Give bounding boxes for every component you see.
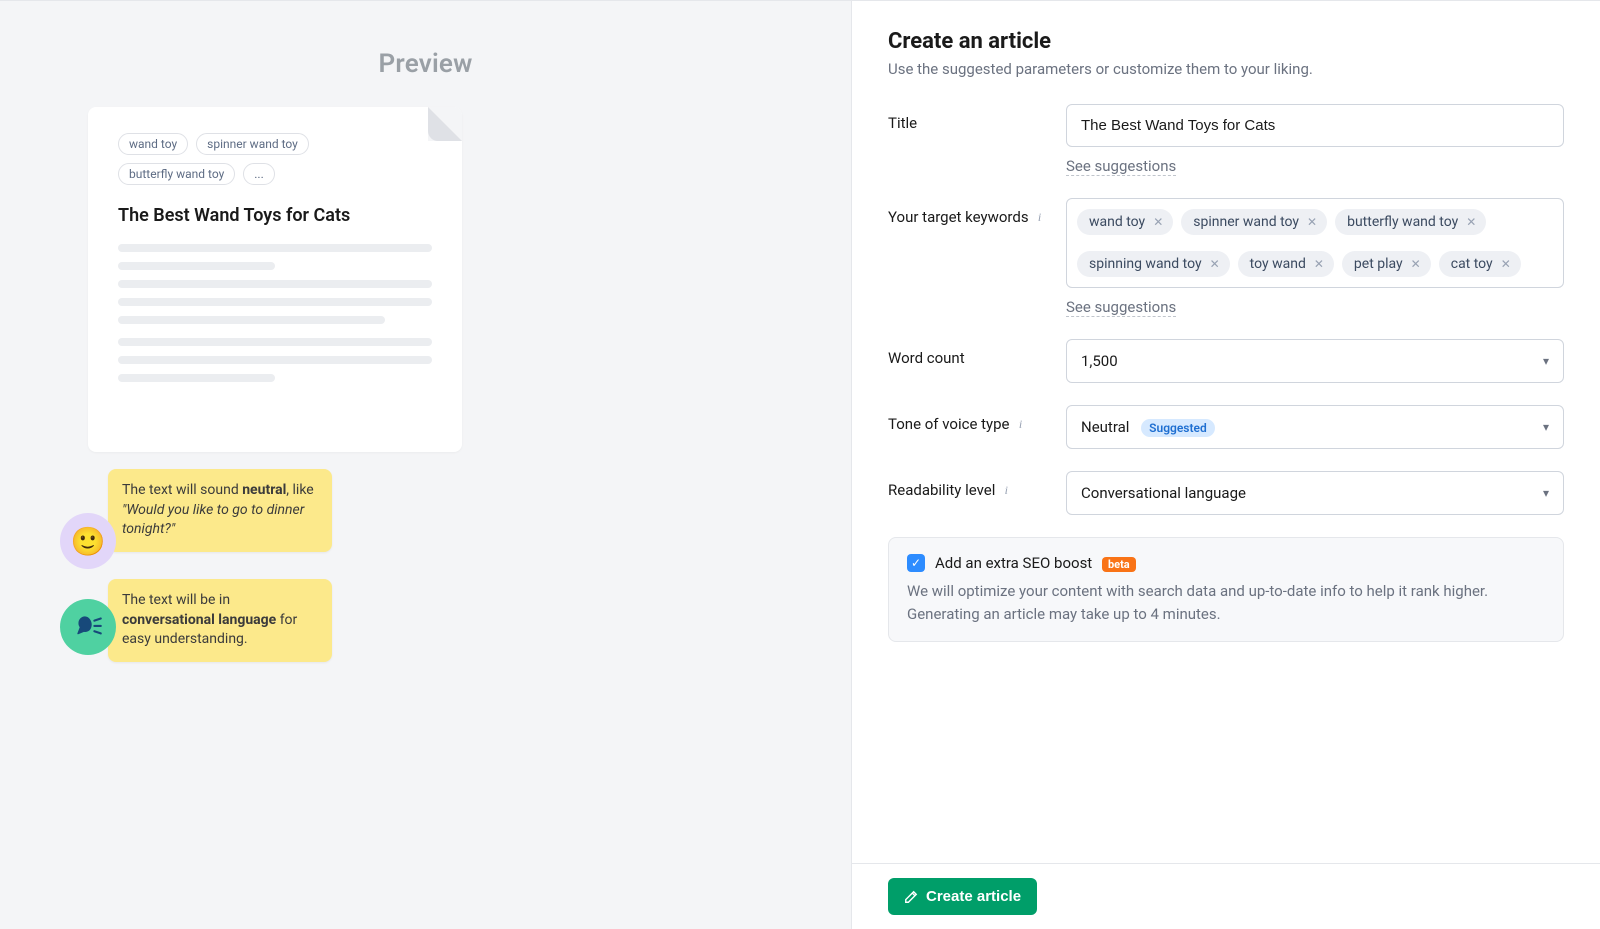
form-pane: Create an article Use the suggested para… [851, 1, 1600, 929]
keyword-tag[interactable]: cat toy✕ [1439, 251, 1521, 277]
skeleton-line [118, 244, 432, 252]
label-readability: Readability level i [888, 471, 1048, 499]
speaking-head-icon [60, 599, 116, 655]
keywords-input[interactable]: wand toy✕ spinner wand toy✕ butterfly wa… [1066, 198, 1564, 288]
seo-description: We will optimize your content with searc… [907, 580, 1545, 625]
smile-emoji-icon: 🙂 [60, 513, 116, 569]
skeleton-line [118, 338, 432, 346]
create-article-button[interactable]: Create article [888, 878, 1037, 915]
skeleton-line [118, 316, 385, 324]
info-icon[interactable]: i [1033, 210, 1047, 224]
skeleton-line [118, 356, 432, 364]
keyword-tag[interactable]: spinner wand toy✕ [1181, 209, 1327, 235]
preview-heading: Preview [0, 49, 851, 79]
page-subtitle: Use the suggested parameters or customiz… [888, 60, 1564, 78]
skeleton-line [118, 374, 275, 382]
keyword-tag[interactable]: butterfly wand toy✕ [1335, 209, 1486, 235]
see-suggestions-link[interactable]: See suggestions [1066, 298, 1176, 317]
readability-select[interactable]: Conversational language ▾ [1066, 471, 1564, 515]
preview-doc-title: The Best Wand Toys for Cats [118, 205, 432, 226]
preview-tag-more: ... [243, 163, 275, 185]
beta-badge: beta [1102, 557, 1136, 572]
page-title: Create an article [888, 29, 1564, 54]
keyword-tag[interactable]: wand toy✕ [1077, 209, 1173, 235]
remove-tag-icon[interactable]: ✕ [1307, 215, 1317, 229]
tone-hint-bubble: The text will sound neutral, like "Would… [108, 469, 332, 552]
remove-tag-icon[interactable]: ✕ [1210, 257, 1220, 271]
keyword-tag[interactable]: pet play✕ [1342, 251, 1431, 277]
tone-select[interactable]: Neutral Suggested ▾ [1066, 405, 1564, 449]
title-input[interactable] [1066, 104, 1564, 147]
preview-pane: Preview wand toy spinner wand toy butter… [0, 1, 851, 929]
preview-tag: butterfly wand toy [118, 163, 235, 185]
readability-hint-bubble: The text will be in conversational langu… [108, 579, 332, 662]
chevron-down-icon: ▾ [1543, 486, 1549, 500]
label-tone: Tone of voice type i [888, 405, 1048, 433]
label-keywords: Your target keywords i [888, 198, 1048, 226]
chevron-down-icon: ▾ [1543, 420, 1549, 434]
remove-tag-icon[interactable]: ✕ [1153, 215, 1163, 229]
skeleton-line [118, 262, 275, 270]
seo-checkbox[interactable]: ✓ [907, 554, 925, 572]
label-wordcount: Word count [888, 339, 1048, 367]
keyword-tag[interactable]: spinning wand toy✕ [1077, 251, 1230, 277]
preview-tag: spinner wand toy [196, 133, 309, 155]
keyword-tag[interactable]: toy wand✕ [1238, 251, 1334, 277]
skeleton-line [118, 298, 432, 306]
seo-boost-box: ✓ Add an extra SEO boost beta We will op… [888, 537, 1564, 642]
info-icon[interactable]: i [999, 483, 1013, 497]
remove-tag-icon[interactable]: ✕ [1314, 257, 1324, 271]
seo-label: Add an extra SEO boost beta [935, 554, 1136, 572]
remove-tag-icon[interactable]: ✕ [1466, 215, 1476, 229]
preview-tag-row: wand toy spinner wand toy butterfly wand… [118, 133, 432, 185]
remove-tag-icon[interactable]: ✕ [1501, 257, 1511, 271]
preview-tag: wand toy [118, 133, 188, 155]
suggested-badge: Suggested [1141, 419, 1215, 437]
pencil-icon [904, 890, 918, 904]
see-suggestions-link[interactable]: See suggestions [1066, 157, 1176, 176]
wordcount-select[interactable]: 1,500 ▾ [1066, 339, 1564, 383]
chevron-down-icon: ▾ [1543, 354, 1549, 368]
preview-document: wand toy spinner wand toy butterfly wand… [88, 107, 462, 452]
skeleton-line [118, 280, 432, 288]
page-fold-icon [428, 107, 462, 141]
info-icon[interactable]: i [1014, 417, 1028, 431]
label-title: Title [888, 104, 1048, 132]
remove-tag-icon[interactable]: ✕ [1411, 257, 1421, 271]
